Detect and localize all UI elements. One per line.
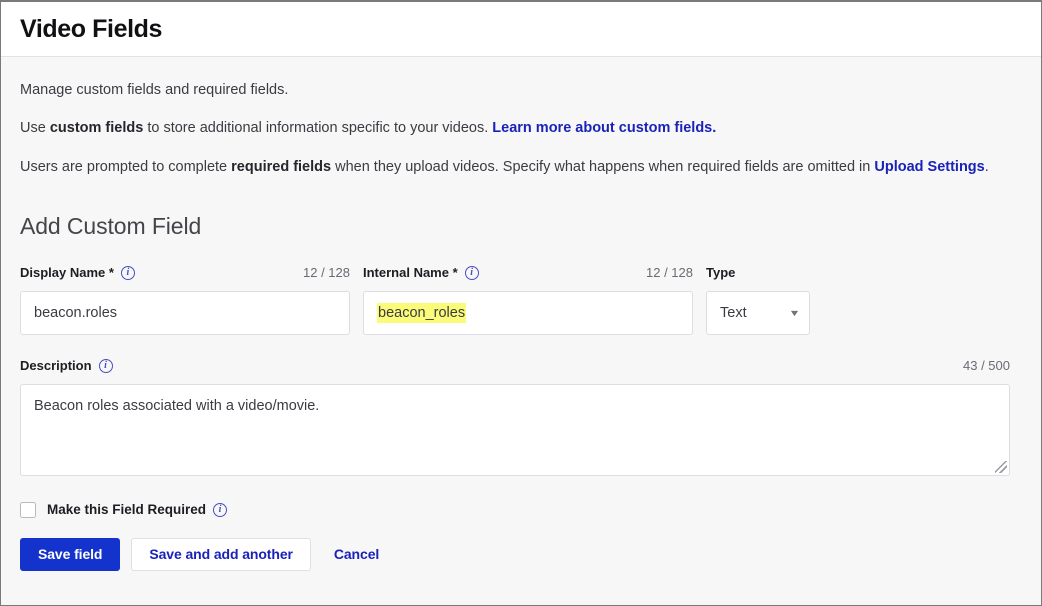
internal-name-column: Internal Name * i 12 / 128 beacon_roles	[363, 264, 693, 335]
description-counter: 43 / 500	[963, 358, 1010, 374]
page-body: Manage custom fields and required fields…	[1, 57, 1041, 605]
cancel-button[interactable]: Cancel	[322, 538, 391, 571]
make-required-label: Make this Field Required	[47, 502, 207, 518]
intro-p3-before: Users are prompted to complete	[20, 158, 232, 175]
page-header: Video Fields	[1, 2, 1041, 57]
save-field-button[interactable]: Save field	[20, 537, 121, 571]
description-block: Description i 43 / 500 Beacon roles asso…	[20, 357, 1022, 476]
internal-name-label-line: Internal Name * i 12 / 128	[363, 264, 693, 282]
required-field-checkbox-row[interactable]: Make this Field Required i	[20, 501, 1022, 518]
info-icon[interactable]: i	[120, 265, 135, 280]
internal-name-input[interactable]: beacon_roles	[363, 290, 693, 335]
display-name-label: Display Name *	[20, 265, 114, 281]
display-name-column: Display Name * i 12 / 128 beacon.roles	[20, 264, 350, 335]
page-title: Video Fields	[20, 14, 163, 43]
type-label: Type	[706, 265, 736, 281]
chevron-down-icon: ▼	[788, 307, 801, 318]
make-required-checkbox[interactable]	[20, 501, 36, 518]
type-select[interactable]: Text ▼	[706, 290, 810, 335]
custom-field-inputs-row: Display Name * i 12 / 128 beacon.roles I…	[20, 264, 1022, 335]
internal-name-counter: 12 / 128	[646, 265, 693, 281]
intro-paragraph-1: Manage custom fields and required fields…	[20, 81, 1022, 100]
type-column: Type Text ▼	[706, 264, 810, 335]
display-name-value: beacon.roles	[34, 304, 118, 321]
learn-more-custom-fields-link[interactable]: Learn more about custom fields.	[492, 120, 716, 136]
display-name-counter: 12 / 128	[303, 265, 350, 281]
display-name-label-line: Display Name * i 12 / 128	[20, 264, 350, 282]
intro-p1-text: Manage custom fields and required fields…	[20, 82, 289, 98]
intro-p2-bold: custom fields	[49, 120, 144, 137]
internal-name-label: Internal Name *	[363, 265, 458, 281]
intro-p2-after: to store additional information specific…	[143, 120, 493, 137]
resize-handle-icon[interactable]	[995, 460, 1007, 473]
info-icon[interactable]: i	[464, 265, 479, 280]
intro-paragraph-3: Users are prompted to complete required …	[20, 158, 1022, 177]
info-icon[interactable]: i	[213, 502, 228, 517]
info-icon[interactable]: i	[98, 358, 113, 373]
intro-p3-end: .	[984, 158, 989, 175]
intro-text-block: Manage custom fields and required fields…	[20, 57, 1022, 177]
intro-p3-bold: required fields	[231, 158, 332, 175]
intro-p3-mid: when they upload videos. Specify what ha…	[331, 158, 875, 175]
intro-paragraph-2: Use custom fields to store additional in…	[20, 119, 1022, 138]
add-custom-field-heading: Add Custom Field	[20, 212, 202, 239]
description-value: Beacon roles associated with a video/mov…	[34, 397, 320, 414]
description-textarea[interactable]: Beacon roles associated with a video/mov…	[20, 383, 1010, 476]
type-label-line: Type	[706, 264, 810, 282]
type-selected-value: Text	[720, 304, 747, 321]
description-label-line: Description i 43 / 500	[20, 357, 1010, 375]
video-fields-page: Video Fields Manage custom fields and re…	[0, 0, 1042, 606]
description-label: Description	[20, 358, 92, 374]
form-actions: Save field Save and add another Cancel	[20, 537, 1022, 571]
internal-name-value: beacon_roles	[377, 302, 467, 323]
save-and-add-another-button[interactable]: Save and add another	[131, 537, 311, 571]
upload-settings-link[interactable]: Upload Settings	[874, 159, 984, 175]
intro-p2-before: Use	[20, 120, 50, 137]
display-name-input[interactable]: beacon.roles	[20, 290, 350, 335]
